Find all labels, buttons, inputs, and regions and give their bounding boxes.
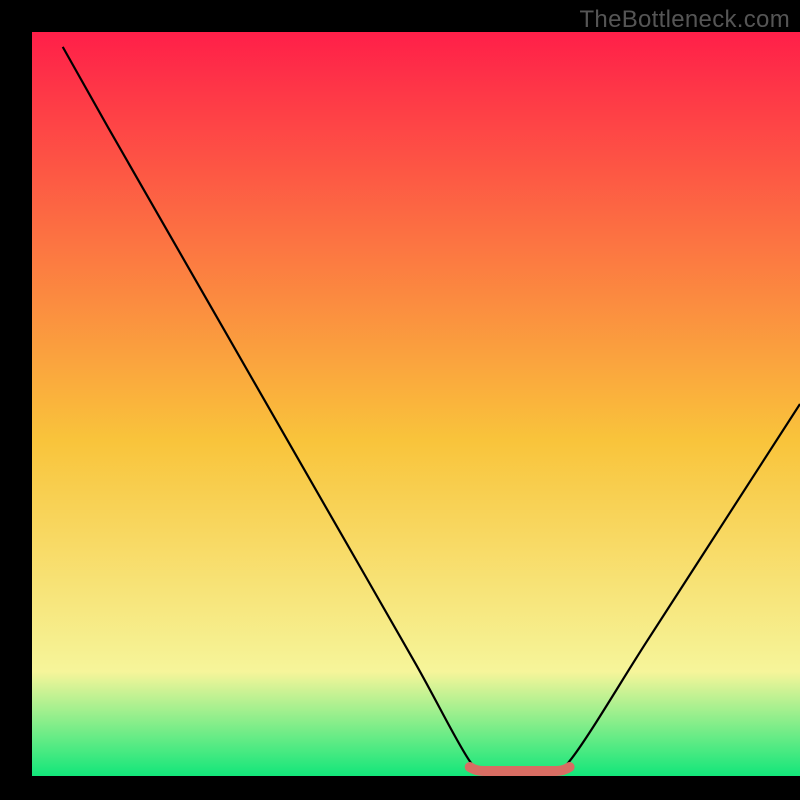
frame-bottom [0,776,800,800]
valley-marker [470,767,570,771]
chart-container: TheBottleneck.com [0,0,800,800]
bottleneck-chart [0,0,800,800]
watermark-label: TheBottleneck.com [579,6,790,34]
frame-left [0,0,32,800]
